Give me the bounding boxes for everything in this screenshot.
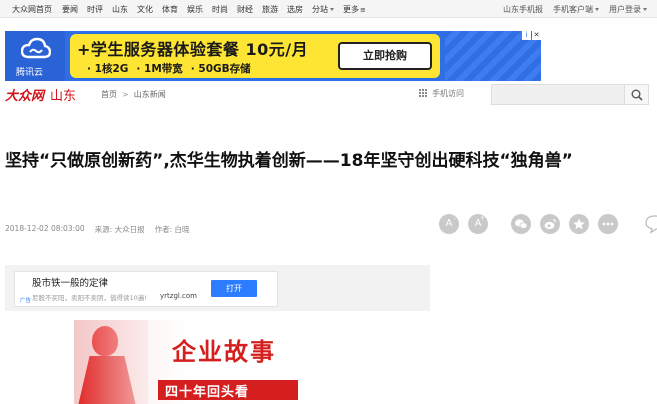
ad-spec-cpu: · 1核2G [87, 63, 129, 75]
cloud-logo-icon [21, 37, 51, 59]
nav-link-branches[interactable]: 分站 [312, 4, 334, 15]
feature-image: 企业故事 四十年回头看 [74, 320, 362, 404]
nav-link-news[interactable]: 要闻 [62, 4, 78, 15]
search-icon [631, 89, 643, 101]
nav-link-house[interactable]: 选房 [287, 4, 303, 15]
nav-link-travel[interactable]: 旅游 [262, 4, 278, 15]
mobile-newspaper-link[interactable]: 山东手机报 [503, 4, 543, 15]
font-increase-sign: + [479, 215, 485, 222]
inline-ad-card: 股市铁一般的定律 尼股不买阳，卖阳不卖阴，值得读10遍! yrtzgl.com … [14, 271, 278, 307]
ad-specs: · 1核2G · 1M带宽 · 50GB存储 [87, 61, 251, 76]
banner-ad[interactable]: 腾讯云 +学生服务器体验套餐 10元/月 · 1核2G · 1M带宽 · 50G… [5, 31, 541, 81]
article-tools: A- A + [439, 214, 657, 234]
caret-down-icon [595, 7, 599, 11]
font-decrease-button[interactable]: A- [439, 214, 459, 234]
wechat-icon [515, 219, 528, 229]
site-logo[interactable]: 大众网 山东 [5, 85, 76, 104]
nav-more-label: 更多 [343, 4, 359, 14]
article-author: 作者: 白晓 [154, 225, 190, 234]
top-nav-links: 大众网首页 要闻 时评 山东 文化 体育 娱乐 时尚 财经 旅游 选房 分站 更… [12, 0, 375, 18]
nav-home-link[interactable]: 大众网首页 [12, 4, 52, 15]
mobile-visit-link[interactable]: 手机访问 [419, 88, 464, 99]
inline-ad-desc: 尼股不买阳，卖阳不卖阴，值得读10遍! [32, 294, 147, 302]
ad-info-icon[interactable]: i [522, 31, 531, 40]
search-button[interactable] [624, 85, 648, 104]
article-meta: 2018-12-02 08:03:00 来源: 大众日报 作者: 白晓 [5, 224, 190, 235]
user-login-link[interactable]: 用户登录 [609, 4, 647, 15]
ad-headline: +学生服务器体验套餐 10元/月 [77, 40, 309, 59]
star-icon [573, 218, 585, 230]
mobile-client-link[interactable]: 手机客户端 [553, 4, 599, 15]
ad-spec-storage: · 50GB存储 [190, 63, 251, 75]
search-box [491, 84, 649, 105]
site-region: 山东 [50, 89, 77, 104]
wechat-share-button[interactable] [511, 214, 531, 234]
site-logo-mark: 大众网 [5, 89, 45, 104]
nav-link-opinion[interactable]: 时评 [87, 4, 103, 15]
article-source: 来源: 大众日报 [94, 225, 145, 234]
comment-icon[interactable] [644, 214, 657, 234]
more-share-button[interactable] [598, 214, 618, 234]
more-dots-icon [602, 222, 614, 226]
article-title: 坚持“只做原创新药”,杰华生物执着创新——18年坚守创出硬科技“独角兽” [5, 151, 573, 171]
nav-link-fashion[interactable]: 时尚 [212, 4, 228, 15]
ad-close-icon[interactable]: ✕ [532, 31, 541, 40]
nav-link-entertainment[interactable]: 娱乐 [187, 4, 203, 15]
weibo-share-button[interactable] [540, 214, 560, 234]
top-nav: 大众网首页 要闻 时评 山东 文化 体育 娱乐 时尚 财经 旅游 选房 分站 更… [0, 0, 657, 18]
nav-link-sports[interactable]: 体育 [162, 4, 178, 15]
breadcrumb-home[interactable]: 首页 [101, 89, 117, 100]
ad-logo-area: 腾讯云 [5, 31, 65, 81]
nav-link-more[interactable]: 更多≡ [343, 4, 366, 15]
caret-down-icon [330, 7, 334, 11]
nav-link-shandong[interactable]: 山东 [112, 4, 128, 15]
font-decrease-sign: - [453, 215, 456, 222]
nav-branches-label: 分站 [312, 4, 328, 14]
font-increase-button[interactable]: A + [468, 214, 488, 234]
breadcrumb-separator: > [122, 90, 129, 99]
ad-brand-name: 腾讯云 [16, 68, 44, 78]
inline-ad-open-button[interactable]: 打开 [211, 280, 257, 297]
breadcrumb: 首页 > 山东新闻 [101, 89, 166, 100]
feature-main-text: 企业故事 [172, 338, 276, 366]
favorite-button[interactable] [569, 214, 589, 234]
article-date: 2018-12-02 08:03:00 [5, 224, 85, 233]
menu-lines-icon: ≡ [360, 5, 366, 14]
top-nav-right: 山东手机报 手机客户端 用户登录 [493, 0, 647, 18]
font-decrease-icon: A [445, 218, 453, 229]
feature-sub-text: 四十年回头看 [165, 385, 250, 400]
mobile-visit-label: 手机访问 [432, 89, 464, 98]
qr-grid-icon [419, 89, 428, 98]
mobile-client-label: 手机客户端 [553, 4, 593, 14]
inline-ad-domain: yrtzgl.com [160, 292, 198, 300]
search-input[interactable] [492, 85, 624, 104]
weibo-icon [544, 218, 556, 230]
inline-ad-title: 股市铁一般的定律 [32, 278, 109, 289]
user-login-label: 用户登录 [609, 4, 641, 14]
ad-label: 广告 [20, 298, 32, 304]
caret-down-icon [643, 7, 647, 11]
breadcrumb-shandong-news[interactable]: 山东新闻 [134, 89, 166, 100]
nav-link-culture[interactable]: 文化 [137, 4, 153, 15]
nav-link-finance[interactable]: 财经 [237, 4, 253, 15]
ad-spec-bandwidth: · 1M带宽 [136, 63, 183, 75]
ad-buy-button[interactable]: 立即抢购 [338, 42, 432, 70]
inline-ad[interactable]: 股市铁一般的定律 尼股不买阳，卖阳不卖阴，值得读10遍! yrtzgl.com … [5, 265, 430, 311]
site-header: 大众网 山东 首页 > 山东新闻 手机访问 [0, 82, 657, 108]
